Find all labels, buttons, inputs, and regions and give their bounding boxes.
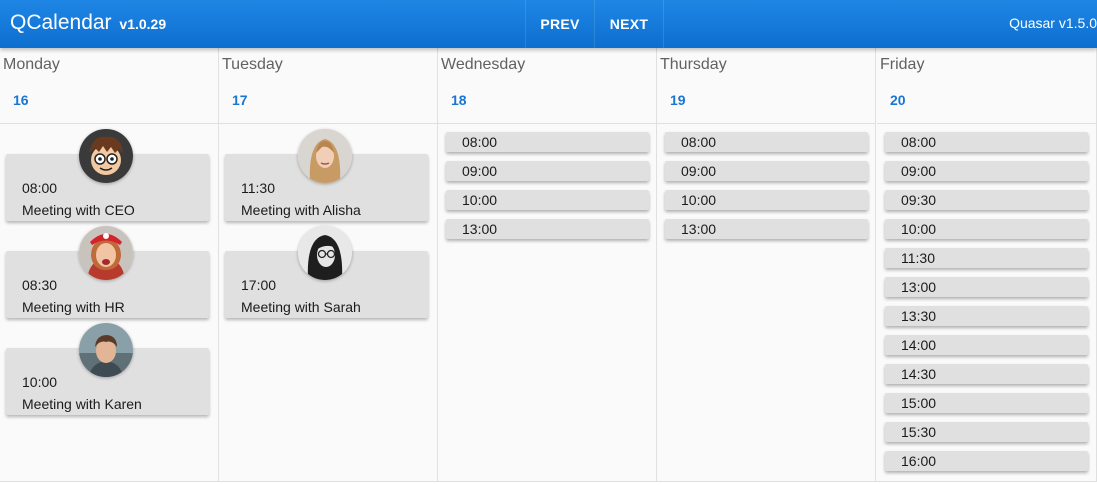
time-slot[interactable]: 09:00 (885, 161, 1088, 181)
young-man-avatar (79, 323, 133, 377)
cartoon-man-avatar (79, 129, 133, 183)
date-number[interactable]: 20 (890, 92, 906, 108)
time-slot-label: 10:00 (681, 192, 717, 208)
weekday-label: Monday (3, 56, 60, 73)
app-title: QCalendar v1.0.29 (10, 11, 166, 36)
time-slot[interactable]: 08:00 (446, 132, 649, 152)
time-slot[interactable]: 10:00 (665, 190, 868, 210)
time-slot[interactable]: 14:30 (885, 364, 1088, 384)
time-slot-label: 09:30 (901, 192, 937, 208)
quasar-version: Quasar v1.5.0 (1009, 15, 1097, 31)
event-time: 10:00 (22, 374, 58, 390)
time-slot[interactable]: 16:00 (885, 451, 1088, 471)
time-slot-label: 08:00 (901, 134, 937, 150)
day-column-wednesday: Wednesday 18 08:00 09:00 10:00 13:00 (438, 48, 657, 481)
event-card[interactable]: 11:30 Meeting with Alisha (225, 129, 428, 221)
prev-button[interactable]: PREV (525, 0, 594, 48)
weekday-label: Wednesday (441, 56, 526, 73)
time-slot-label: 11:30 (901, 250, 935, 266)
day-column-thursday: Thursday 19 08:00 09:00 10:00 13:00 (657, 48, 876, 481)
day-header: Tuesday 17 (219, 48, 437, 124)
time-slot[interactable]: 08:00 (665, 132, 868, 152)
woman-glasses-avatar (298, 226, 352, 280)
time-slot[interactable]: 13:00 (665, 219, 868, 239)
time-slot-label: 13:00 (462, 221, 498, 237)
time-slot-label: 08:00 (681, 134, 717, 150)
app-title-text: QCalendar (10, 11, 112, 34)
time-slot[interactable]: 09:00 (665, 161, 868, 181)
time-slot-label: 16:00 (901, 453, 937, 469)
time-slot-label: 14:30 (901, 366, 937, 382)
time-slot[interactable]: 08:00 (885, 132, 1088, 152)
event-card[interactable]: 08:30 Meeting with HR (6, 226, 209, 318)
time-slot-label: 14:00 (901, 337, 937, 353)
event-card[interactable]: 08:00 Meeting with CEO (6, 129, 209, 221)
event-title: Meeting with Sarah (241, 299, 361, 315)
day-header: Wednesday 18 (438, 48, 656, 124)
event-title: Meeting with Karen (22, 396, 142, 412)
woman-blonde-avatar (298, 129, 352, 183)
event-time: 08:30 (22, 277, 58, 293)
app-toolbar: QCalendar v1.0.29 PREV NEXT Quasar v1.5.… (0, 0, 1097, 48)
time-slot[interactable]: 09:00 (446, 161, 649, 181)
day-column-tuesday: Tuesday 17 11:30 Meeting with Alisha 17:… (219, 48, 438, 481)
time-slot-label: 08:00 (462, 134, 498, 150)
time-slot[interactable]: 09:30 (885, 190, 1088, 210)
time-slot-label: 10:00 (462, 192, 498, 208)
time-slot[interactable]: 10:00 (885, 219, 1088, 239)
event-title: Meeting with HR (22, 299, 125, 315)
time-slot-label: 09:00 (462, 163, 498, 179)
time-slot-label: 15:00 (901, 395, 937, 411)
time-slot-label: 15:30 (901, 424, 937, 440)
time-slot[interactable]: 14:00 (885, 335, 1088, 355)
time-slot-label: 13:00 (901, 279, 937, 295)
event-card[interactable]: 17:00 Meeting with Sarah (225, 226, 428, 318)
time-slot[interactable]: 13:00 (885, 277, 1088, 297)
date-number[interactable]: 17 (232, 92, 248, 108)
time-slot[interactable]: 13:00 (446, 219, 649, 239)
time-slot[interactable]: 13:30 (885, 306, 1088, 326)
weekday-label: Friday (880, 56, 925, 73)
time-slot-label: 10:00 (901, 221, 937, 237)
day-header: Friday 20 (877, 48, 1096, 124)
time-slot-label: 09:00 (901, 163, 937, 179)
time-slot-label: 13:00 (681, 221, 717, 237)
day-column-friday: Friday 20 08:00 09:00 09:30 10:00 11:30 … (877, 48, 1097, 481)
time-slot[interactable]: 11:30 (885, 248, 1088, 268)
time-slot[interactable]: 15:00 (885, 393, 1088, 413)
time-slot-label: 09:00 (681, 163, 717, 179)
time-slot[interactable]: 15:30 (885, 422, 1088, 442)
event-time: 11:30 (241, 180, 275, 196)
week-calendar: Monday 16 08:00 Meeting with CEO 08:30 M… (0, 48, 1097, 482)
date-number[interactable]: 16 (13, 92, 29, 108)
next-button[interactable]: NEXT (594, 0, 664, 48)
app-version: v1.0.29 (119, 16, 167, 32)
event-time: 08:00 (22, 180, 58, 196)
woman-red-hat-avatar (79, 226, 133, 280)
event-card[interactable]: 10:00 Meeting with Karen (6, 323, 209, 415)
date-number[interactable]: 18 (451, 92, 467, 108)
event-title: Meeting with CEO (22, 202, 135, 218)
day-header: Monday 16 (0, 48, 218, 124)
day-column-monday: Monday 16 08:00 Meeting with CEO 08:30 M… (0, 48, 219, 481)
day-header: Thursday 19 (657, 48, 875, 124)
time-slot-label: 13:30 (901, 308, 937, 324)
weekday-label: Tuesday (222, 56, 283, 73)
weekday-label: Thursday (660, 56, 727, 73)
event-time: 17:00 (241, 277, 277, 293)
time-slot[interactable]: 10:00 (446, 190, 649, 210)
date-number[interactable]: 19 (670, 92, 686, 108)
event-title: Meeting with Alisha (241, 202, 361, 218)
